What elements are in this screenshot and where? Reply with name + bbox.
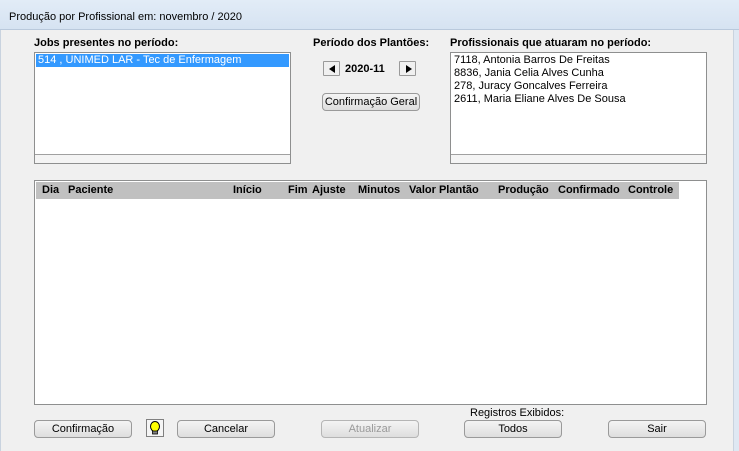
next-period-button[interactable] — [399, 61, 416, 76]
professionals-list-items: 7118, Antonia Barros De Freitas 8836, Jan… — [452, 54, 705, 153]
professionals-listbox[interactable]: 7118, Antonia Barros De Freitas 8836, Jan… — [450, 52, 707, 164]
window-title: Produção por Profissional em: novembro /… — [9, 11, 242, 23]
professionals-label: Profissionais que atuaram no período: — [450, 37, 652, 49]
column-header[interactable]: Produção — [498, 184, 549, 196]
period-value: 2020-11 — [345, 63, 385, 75]
column-header[interactable]: Minutos — [358, 184, 400, 196]
records-shown-label: Registros Exibidos: — [470, 407, 565, 419]
column-header[interactable]: Paciente — [68, 184, 113, 196]
column-header[interactable]: Ajuste — [312, 184, 346, 196]
production-grid[interactable]: Dia Paciente Início Fim Ajuste Minutos Valor P… — [34, 180, 707, 405]
confirm-button[interactable]: Confirmação — [34, 420, 132, 438]
jobs-horizontal-scrollbar[interactable] — [35, 154, 290, 163]
column-header[interactable]: Dia — [42, 184, 59, 196]
window-border — [734, 0, 739, 451]
column-header[interactable]: Início — [233, 184, 262, 196]
column-header[interactable]: Valor Plantão — [409, 184, 479, 196]
professional-list-item[interactable]: 2611, Maria Eliane Alves De Sousa — [452, 93, 705, 106]
exit-button[interactable]: Sair — [608, 420, 706, 438]
arrow-right-icon — [406, 65, 412, 73]
jobs-list-items: 514 , UNIMED LAR - Tec de Enfermagem — [36, 54, 289, 153]
all-records-button[interactable]: Todos — [464, 420, 562, 438]
title-bar[interactable]: Produção por Profissional em: novembro /… — [0, 0, 739, 30]
professionals-horizontal-scrollbar[interactable] — [451, 154, 706, 163]
column-header[interactable]: Fim — [288, 184, 308, 196]
previous-period-button[interactable] — [323, 61, 340, 76]
confirm-all-button[interactable]: Confirmação Geral — [322, 93, 420, 111]
jobs-listbox[interactable]: 514 , UNIMED LAR - Tec de Enfermagem — [34, 52, 291, 164]
jobs-list-item[interactable]: 514 , UNIMED LAR - Tec de Enfermagem — [36, 54, 289, 67]
column-header[interactable]: Controle — [628, 184, 673, 196]
column-header[interactable]: Confirmado — [558, 184, 620, 196]
lightbulb-graphic — [150, 421, 160, 435]
cancel-button[interactable]: Cancelar — [177, 420, 275, 438]
refresh-button: Atualizar — [321, 420, 419, 438]
jobs-label: Jobs presentes no período: — [34, 37, 179, 49]
professional-list-item[interactable]: 7118, Antonia Barros De Freitas — [452, 54, 705, 67]
grid-header: Dia Paciente Início Fim Ajuste Minutos Valor P… — [36, 182, 679, 199]
professional-list-item[interactable]: 278, Juracy Goncalves Ferreira — [452, 80, 705, 93]
professional-list-item[interactable]: 8836, Jania Celia Alves Cunha — [452, 67, 705, 80]
period-label: Período dos Plantões: — [313, 37, 430, 49]
arrow-left-icon — [329, 65, 335, 73]
lightbulb-icon[interactable] — [146, 419, 164, 437]
